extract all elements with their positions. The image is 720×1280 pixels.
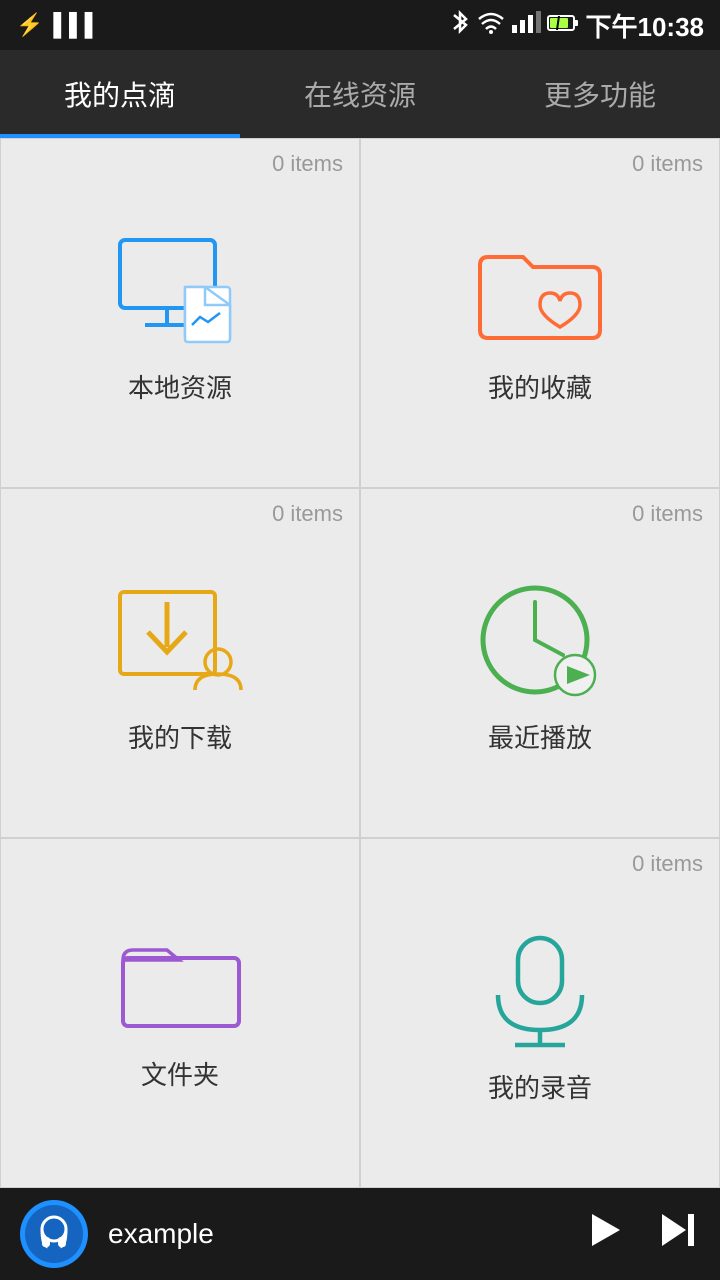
folder-icon [110,917,250,1037]
downloads-content: 我的下载 [1,527,359,837]
recent-label: 最近播放 [488,718,592,755]
local-items-count: 0 items [272,139,359,177]
tab-my-didi-label: 我的点滴 [64,74,176,114]
player-avatar [20,1200,88,1268]
folder-content: 文件夹 [1,851,359,1187]
folder-heart-icon [470,230,610,350]
tab-online[interactable]: 在线资源 [240,50,480,138]
clock-play-icon [470,580,610,700]
microphone-icon [470,930,610,1050]
recent-items-count: 0 items [632,489,719,527]
play-button[interactable] [582,1208,626,1261]
tab-my-didi[interactable]: 我的点滴 [0,50,240,138]
bluetooth-icon [450,9,470,42]
grid-cell-recording[interactable]: 0 items 我的录音 [360,838,720,1188]
favorites-items-count: 0 items [632,139,719,177]
status-bar: ⚡ ▌▌▌ [0,0,720,50]
grid-cell-downloads[interactable]: 0 items 我的下载 [0,488,360,838]
next-button[interactable] [656,1208,700,1261]
player-title: example [108,1218,562,1250]
favorites-label: 我的收藏 [488,368,592,405]
grid-cell-favorites[interactable]: 0 items 我的收藏 [360,138,720,488]
local-content: 本地资源 [1,177,359,487]
favorites-content: 我的收藏 [361,177,719,487]
local-label: 本地资源 [128,368,232,405]
wifi-icon [478,11,504,40]
downloads-label: 我的下载 [128,718,232,755]
bottom-player: example [0,1188,720,1280]
recent-content: 最近播放 [361,527,719,837]
grid-cell-folder[interactable]: 文件夹 [0,838,360,1188]
grid-cell-local[interactable]: 0 items 本地资源 [0,138,360,488]
tab-more[interactable]: 更多功能 [480,50,720,138]
barcode-icon: ▌▌▌ [53,12,100,38]
download-user-icon [110,580,250,700]
tab-more-label: 更多功能 [544,74,656,114]
tab-online-label: 在线资源 [304,74,416,114]
recording-content: 我的录音 [361,877,719,1187]
status-left-icons: ⚡ ▌▌▌ [16,12,100,38]
grid-cell-recent[interactable]: 0 items 最近播放 [360,488,720,838]
recording-items-count: 0 items [632,839,719,877]
status-right-icons: 下午10:38 [450,7,705,44]
monitor-icon [110,230,250,350]
battery-icon [548,11,578,39]
folder-items-count [343,839,359,851]
main-grid: 0 items 本地资源 0 items [0,138,720,1188]
signal-icon [512,11,540,40]
usb-icon: ⚡ [16,12,43,38]
player-controls [582,1208,700,1261]
folder-label: 文件夹 [141,1055,219,1092]
downloads-items-count: 0 items [272,489,359,527]
recording-label: 我的录音 [488,1068,592,1105]
tab-bar: 我的点滴 在线资源 更多功能 [0,50,720,138]
status-time: 下午10:38 [586,7,705,44]
